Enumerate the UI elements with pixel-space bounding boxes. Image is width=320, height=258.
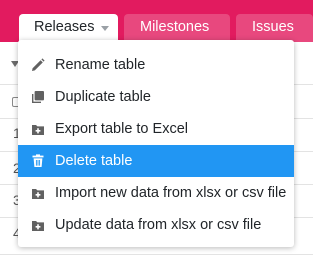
menu-item-duplicate-table[interactable]: Duplicate table	[18, 81, 294, 113]
chevron-down-icon[interactable]	[101, 26, 109, 31]
tab-issues[interactable]: Issues	[236, 14, 313, 42]
pencil-icon	[32, 58, 45, 71]
menu-item-export-table-excel[interactable]: Export table to Excel	[18, 113, 294, 145]
menu-item-update-data[interactable]: Update data from xlsx or csv file	[18, 209, 294, 241]
table-tab-bar: Releases Milestones Issues	[0, 0, 313, 42]
menu-item-label: Duplicate table	[55, 89, 151, 105]
import-icon	[32, 189, 44, 199]
tab-milestones[interactable]: Milestones	[124, 14, 230, 42]
tab-releases-label: Releases	[34, 19, 95, 35]
menu-item-label: Rename table	[55, 57, 146, 73]
tab-milestones-label: Milestones	[140, 19, 210, 35]
menu-item-label: Delete table	[55, 153, 133, 169]
menu-item-delete-table[interactable]: Delete table	[18, 145, 294, 177]
export-icon	[32, 125, 44, 135]
table-options-menu: Rename table Duplicate table Export tabl…	[18, 40, 294, 247]
tab-releases[interactable]: Releases	[19, 14, 118, 42]
menu-item-label: Update data from xlsx or csv file	[55, 217, 262, 233]
menu-item-rename-table[interactable]: Rename table	[18, 49, 294, 81]
trash-icon	[32, 154, 44, 167]
row-divider	[0, 254, 313, 255]
update-icon	[32, 221, 44, 231]
menu-item-import-new-data[interactable]: Import new data from xlsx or csv file	[18, 177, 294, 209]
menu-item-label: Import new data from xlsx or csv file	[55, 185, 287, 201]
tab-issues-label: Issues	[252, 19, 294, 35]
menu-item-label: Export table to Excel	[55, 121, 188, 137]
copy-icon	[32, 91, 44, 103]
